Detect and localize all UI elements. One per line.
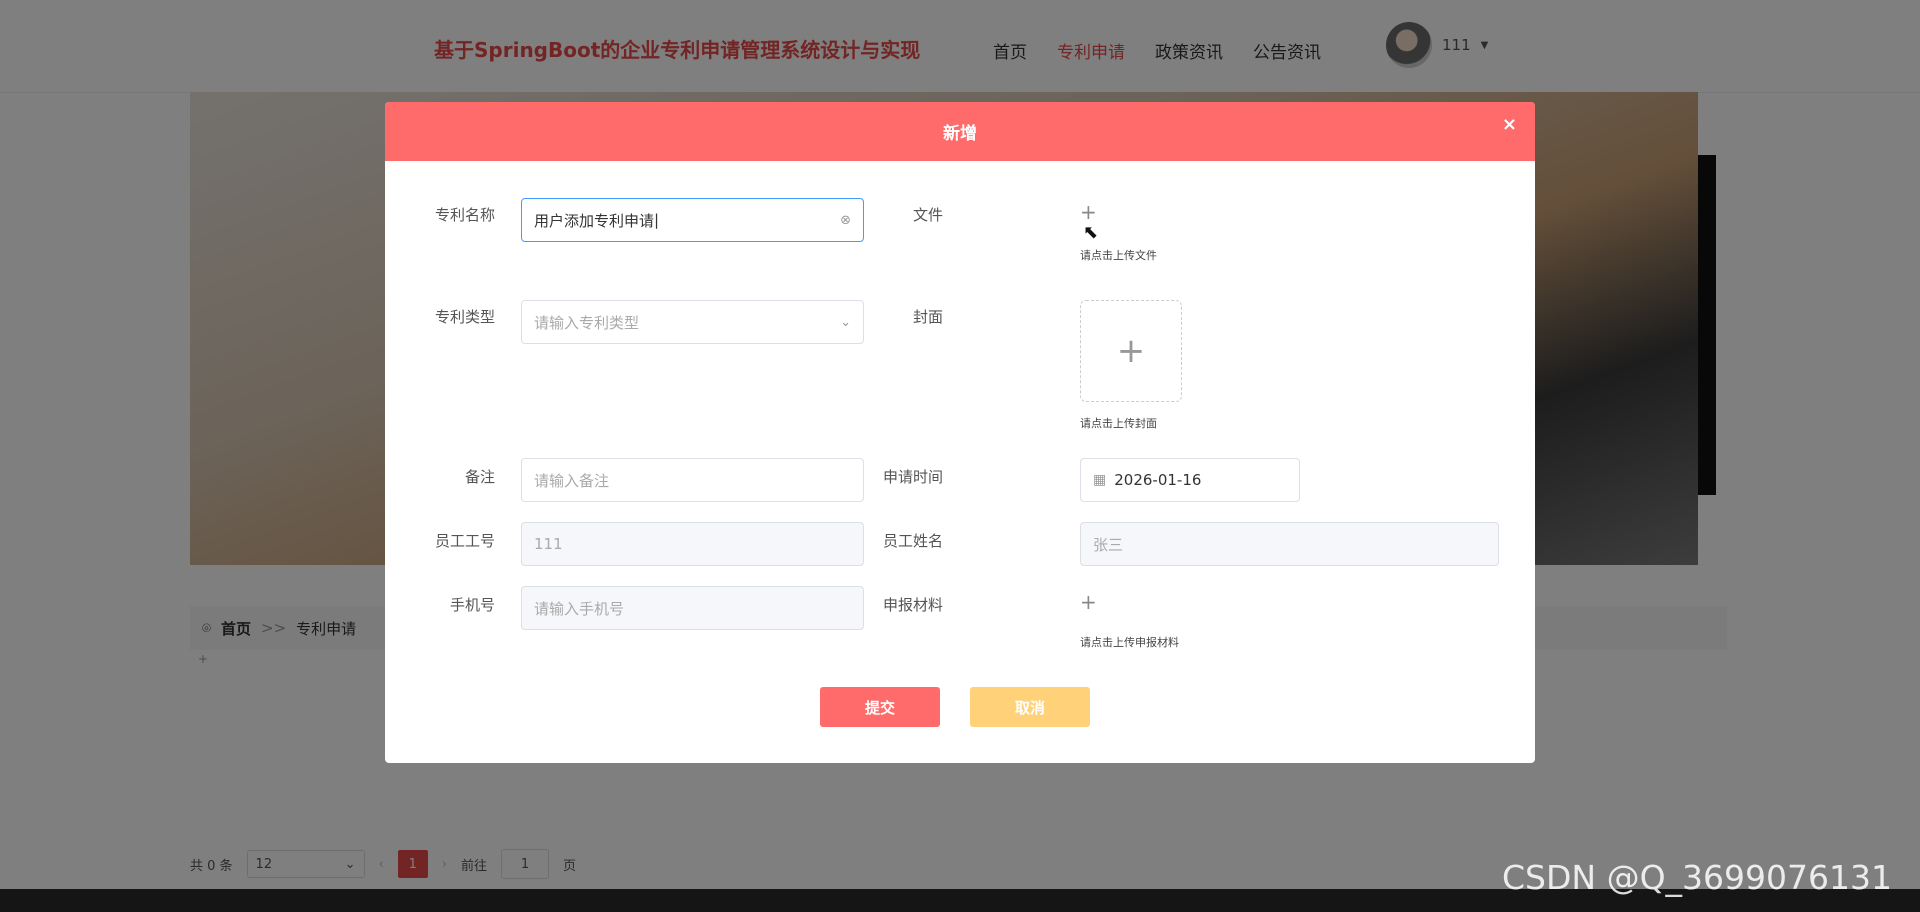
file-upload-hint: 请点击上传文件 bbox=[1080, 249, 1157, 262]
file-label: 文件 bbox=[912, 206, 943, 224]
remark-input[interactable]: 请输入备注 bbox=[521, 458, 864, 502]
cancel-button[interactable]: 取消 bbox=[970, 687, 1090, 727]
patent-name-label: 专利名称 bbox=[434, 206, 495, 224]
close-icon[interactable]: × bbox=[1502, 114, 1517, 135]
submit-button[interactable]: 提交 bbox=[820, 687, 940, 727]
employee-name-value: 张三 bbox=[1093, 535, 1124, 554]
employee-name-input: 张三 bbox=[1080, 522, 1499, 566]
text-caret: | bbox=[654, 211, 660, 229]
phone-input[interactable]: 请输入手机号 bbox=[521, 586, 864, 630]
calendar-icon: ▦ bbox=[1093, 472, 1107, 488]
material-label: 申报材料 bbox=[882, 596, 943, 614]
material-upload-hint: 请点击上传申报材料 bbox=[1080, 636, 1179, 649]
patent-name-value: 用户添加专利申请 bbox=[534, 211, 655, 230]
apply-time-value: 2026-01-16 bbox=[1114, 471, 1202, 489]
employee-no-label: 员工工号 bbox=[434, 532, 495, 550]
remark-placeholder: 请输入备注 bbox=[534, 471, 610, 490]
phone-label: 手机号 bbox=[449, 596, 495, 614]
cover-label: 封面 bbox=[912, 308, 943, 326]
patent-type-placeholder: 请输入专利类型 bbox=[534, 313, 640, 332]
patent-name-input[interactable]: 用户添加专利申请 | ⊗ bbox=[521, 198, 864, 242]
phone-placeholder: 请输入手机号 bbox=[534, 599, 625, 618]
patent-type-select[interactable]: 请输入专利类型 ⌄ bbox=[521, 300, 864, 344]
employee-no-input: 111 bbox=[521, 522, 864, 566]
employee-no-value: 111 bbox=[534, 535, 563, 553]
patent-type-label: 专利类型 bbox=[434, 308, 495, 326]
file-upload-plus-icon[interactable]: + bbox=[1080, 202, 1097, 222]
remark-label: 备注 bbox=[464, 468, 495, 486]
dialog-header: 新增 × bbox=[385, 102, 1535, 161]
apply-time-label: 申请时间 bbox=[882, 468, 943, 486]
cover-upload-hint: 请点击上传封面 bbox=[1080, 417, 1157, 430]
plus-icon: + bbox=[1116, 331, 1146, 371]
watermark: CSDN @Q_3699076131 bbox=[1502, 858, 1893, 897]
material-upload-plus-icon[interactable]: + bbox=[1080, 592, 1097, 612]
add-dialog: 新增 × 专利名称 用户添加专利申请 | ⊗ 文件 + ⬉ 请点击上传文件 专利类… bbox=[385, 102, 1535, 763]
cover-upload-box[interactable]: + bbox=[1080, 300, 1182, 402]
apply-time-date-picker[interactable]: ▦ 2026-01-16 bbox=[1080, 458, 1300, 502]
employee-name-label: 员工姓名 bbox=[882, 532, 943, 550]
dialog-title: 新增 bbox=[943, 124, 977, 144]
mouse-cursor-icon: ⬉ bbox=[1083, 222, 1099, 243]
